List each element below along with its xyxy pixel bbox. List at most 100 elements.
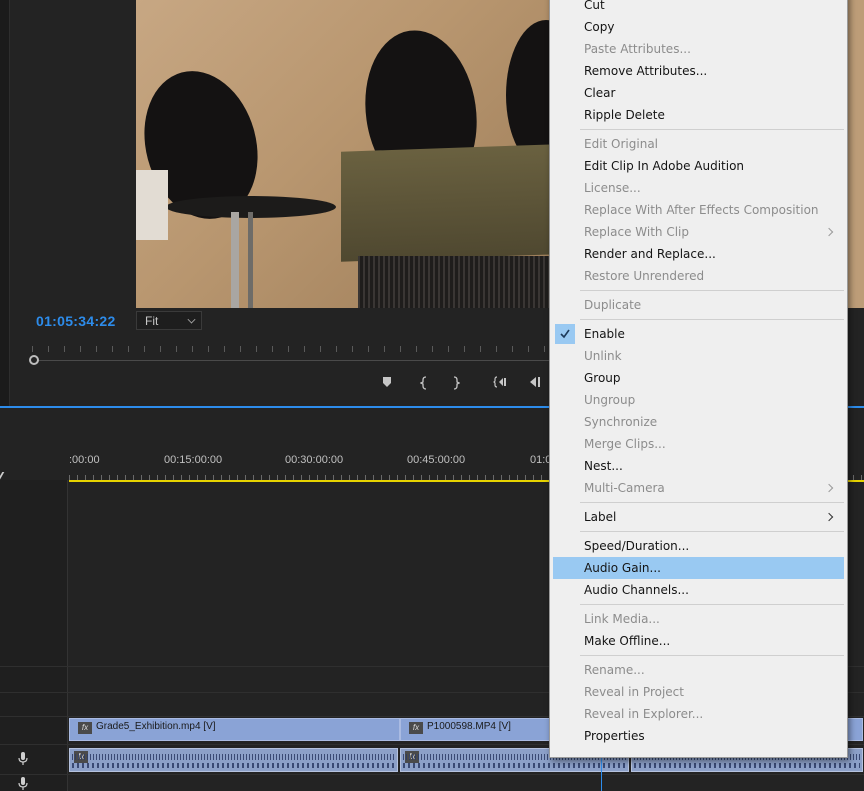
menu-item-restore-unrendered[interactable]: Restore Unrendered [553,265,844,287]
checkmark-icon [555,324,575,344]
step-back-icon[interactable] [528,376,542,392]
menu-item-properties[interactable]: Properties [553,725,844,747]
menu-item-reveal-in-explorer[interactable]: Reveal in Explorer... [553,703,844,725]
audio-clip[interactable]: fx [69,748,398,772]
add-marker-icon[interactable] [381,376,393,392]
microphone-icon[interactable] [18,752,28,766]
ruler-label: :00:00 [69,454,100,466]
menu-item-label: Reveal in Explorer... [584,707,704,721]
menu-item-render-and-replace[interactable]: Render and Replace... [553,243,844,265]
ruler-label: 00:15:00:00 [164,454,223,466]
playhead-timecode[interactable]: 01:05:34:22 [36,313,116,329]
menu-item-ungroup[interactable]: Ungroup [553,389,844,411]
menu-item-link-media[interactable]: Link Media... [553,608,844,630]
menu-item-label: Duplicate [584,298,642,312]
menu-separator [580,319,844,320]
fx-badge-icon: fx [409,722,423,734]
menu-item-label: Audio Channels... [584,583,689,597]
video-preview[interactable] [136,0,550,308]
audio-waveform [72,752,395,768]
menu-item-remove-attributes[interactable]: Remove Attributes... [553,60,844,82]
menu-item-label: Edit Original [584,137,659,151]
keyboard-base [358,256,550,308]
track-divider [0,774,864,775]
menu-item-label: Clear [584,86,616,100]
menu-item-reveal-in-project[interactable]: Reveal in Project [553,681,844,703]
menu-item-nest[interactable]: Nest... [553,455,844,477]
fx-badge-icon: fx [78,722,92,734]
menu-item-label: Copy [584,20,615,34]
mark-in-icon[interactable] [418,376,430,392]
menu-item-label: Rename... [584,663,645,677]
menu-item-copy[interactable]: Copy [553,16,844,38]
menu-item-edit-original[interactable]: Edit Original [553,133,844,155]
zoom-fit-value: Fit [145,314,159,328]
ruler-label: 00:45:00:00 [407,454,466,466]
menu-item-label: Audio Gain... [584,561,661,575]
menu-item-label: Edit Clip In Adobe Audition [584,159,745,173]
menu-item-multi-camera[interactable]: Multi-Camera [553,477,844,499]
menu-separator [580,129,844,130]
menu-item-label: Enable [584,327,625,341]
menu-separator [580,290,844,291]
menu-item-label: Replace With After Effects Composition [584,203,819,217]
menu-item-license[interactable]: License... [553,177,844,199]
chevron-down-icon [187,315,196,324]
menu-item-ripple-delete[interactable]: Ripple Delete [553,104,844,126]
go-to-in-icon[interactable] [492,376,510,392]
menu-item-clear[interactable]: Clear [553,82,844,104]
wooden-box [341,144,550,262]
video-clip-name: P1000598.MP4 [V] [427,721,511,732]
ruler-label: 00:30:00:00 [285,454,344,466]
menu-item-duplicate[interactable]: Duplicate [553,294,844,316]
timeline-edge-marker [0,472,9,480]
menu-separator [580,604,844,605]
menu-item-speed-duration[interactable]: Speed/Duration... [553,535,844,557]
chevron-right-icon [824,483,834,493]
menu-item-label: Ripple Delete [584,108,665,122]
menu-separator [580,502,844,503]
menu-item-enable[interactable]: Enable [553,323,844,345]
menu-item-label: Label [584,510,617,524]
menu-separator [580,655,844,656]
chevron-right-icon [824,227,834,237]
menu-item-unlink[interactable]: Unlink [553,345,844,367]
menu-item-label: Synchronize [584,415,658,429]
menu-item-label: Restore Unrendered [584,269,705,283]
menu-item-label: Cut [584,0,605,12]
mark-out-icon[interactable] [450,376,462,392]
menu-item-audio-channels[interactable]: Audio Channels... [553,579,844,601]
menu-item-label: Link Media... [584,612,660,626]
menu-item-label: Multi-Camera [584,481,665,495]
menu-item-label: Make Offline... [584,634,671,648]
playhead-handle[interactable] [29,355,39,365]
menu-item-label: License... [584,181,641,195]
menu-item-label: Properties [584,729,645,743]
menu-item-merge-clips[interactable]: Merge Clips... [553,433,844,455]
chair-leg [231,212,239,308]
menu-item-replace-with-after-effects-composition[interactable]: Replace With After Effects Composition [553,199,844,221]
menu-item-synchronize[interactable]: Synchronize [553,411,844,433]
menu-item-rename[interactable]: Rename... [553,659,844,681]
monitor-time-ruler[interactable] [28,340,550,366]
menu-item-label: Remove Attributes... [584,64,708,78]
menu-item-label: Group [584,371,621,385]
menu-item-label: Paste Attributes... [584,42,691,56]
menu-item-edit-clip-in-adobe-audition[interactable]: Edit Clip In Adobe Audition [553,155,844,177]
microphone-icon[interactable] [18,777,28,791]
menu-item-label[interactable]: Label [553,506,844,528]
video-preview-edge [846,0,864,308]
menu-item-make-offline[interactable]: Make Offline... [553,630,844,652]
chevron-right-icon [824,512,834,522]
zoom-fit-dropdown[interactable]: Fit [136,311,202,330]
menu-item-label: Speed/Duration... [584,539,690,553]
menu-item-replace-with-clip[interactable]: Replace With Clip [553,221,844,243]
menu-item-label: Replace With Clip [584,225,690,239]
menu-item-audio-gain[interactable]: Audio Gain... [553,557,844,579]
menu-item-label: Unlink [584,349,622,363]
menu-item-group[interactable]: Group [553,367,844,389]
menu-item-cut[interactable]: Cut [553,0,844,16]
clip-context-menu: Cut Copy Paste Attributes... Remove Attribu… [549,0,848,758]
video-clip[interactable]: fx Grade5_Exhibition.mp4 [V] [69,718,400,741]
menu-item-paste-attributes[interactable]: Paste Attributes... [553,38,844,60]
